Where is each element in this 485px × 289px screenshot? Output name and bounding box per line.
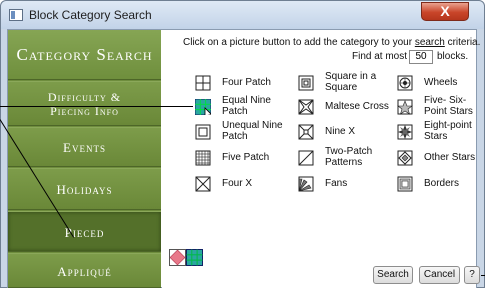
category-label: Nine X (325, 126, 356, 137)
help-button[interactable]: ? (464, 266, 480, 284)
category-sidebar: Category Search Difficulty & Piecing Inf… (8, 30, 161, 288)
category-label: Square in a (325, 71, 377, 82)
search-button[interactable]: Search (373, 266, 413, 284)
borders-icon (397, 176, 413, 192)
category-label: Equal Nine (222, 95, 271, 106)
four-patch-icon (195, 75, 211, 91)
category-label: Five- Six- (424, 95, 467, 106)
sidebar-item-holidays[interactable]: Holidays (8, 168, 161, 210)
equal-nine-patch-icon (195, 99, 211, 115)
category-label-line2: Point Stars (424, 106, 473, 117)
maltese-cross-icon (298, 99, 314, 115)
find-suffix: blocks. (437, 51, 469, 62)
instruction-text: Click on a picture button to add the cat… (183, 37, 480, 48)
category-fans[interactable]: Fans (298, 173, 388, 203)
sidebar-header: Category Search (8, 30, 161, 80)
category-label: Borders (424, 178, 460, 189)
five-six-point-star-icon (397, 99, 413, 115)
instruction-after: criteria. (444, 37, 481, 48)
close-button[interactable]: X (421, 2, 469, 21)
category-label: Eight-point (424, 120, 472, 131)
search-link[interactable]: search (415, 37, 445, 48)
two-patch-icon (298, 150, 314, 166)
wheels-icon (397, 75, 413, 91)
category-label: Wheels (424, 77, 458, 88)
max-blocks-input[interactable]: 50 (409, 50, 433, 64)
category-label-line2: Patch (222, 131, 248, 142)
window-title: Block Category Search (29, 8, 152, 22)
square-in-square-icon (298, 75, 314, 91)
other-stars-icon (397, 150, 413, 166)
category-label: Maltese Cross (325, 101, 389, 112)
eight-point-star-icon (397, 124, 413, 140)
category-label-line2: Patch (222, 106, 248, 117)
sidebar-item-pieced[interactable]: Pieced (8, 211, 161, 252)
callout-line (481, 275, 485, 276)
nine-x-icon (298, 124, 314, 140)
four-x-icon (195, 176, 211, 192)
category-label-line2: Square (325, 82, 358, 93)
selected-criteria-swatch[interactable] (169, 249, 203, 266)
title-bar[interactable]: Block Category Search X (1, 1, 484, 29)
category-label-line2: Patterns (325, 157, 363, 168)
category-label: Unequal Nine (222, 120, 283, 131)
instruction-before: Click on a picture button to add the cat… (183, 37, 415, 48)
sidebar-item-applique[interactable]: Appliqué (8, 253, 161, 288)
category-borders[interactable]: Borders (397, 173, 482, 203)
sidebar-item-label: Difficulty & (47, 90, 122, 104)
unequal-nine-patch-icon (195, 124, 211, 140)
category-label: Two-Patch (325, 146, 373, 157)
sidebar-item-events[interactable]: Events (8, 127, 161, 167)
category-label: Fans (325, 178, 348, 189)
five-patch-icon (195, 150, 211, 166)
category-label-line2: Stars (424, 131, 448, 142)
category-label: Four X (222, 178, 253, 189)
category-four-x[interactable]: Four X (195, 173, 285, 203)
category-label: Other Stars (424, 152, 476, 163)
app-icon (9, 9, 23, 21)
sidebar-item-difficulty[interactable]: Difficulty & Piecing Info (8, 81, 161, 126)
category-label: Four Patch (222, 77, 271, 88)
cancel-button[interactable]: Cancel (419, 266, 460, 284)
callout-line (0, 106, 193, 107)
fans-icon (298, 176, 314, 192)
category-label: Five Patch (222, 152, 270, 163)
find-label: Find at most (352, 51, 408, 62)
